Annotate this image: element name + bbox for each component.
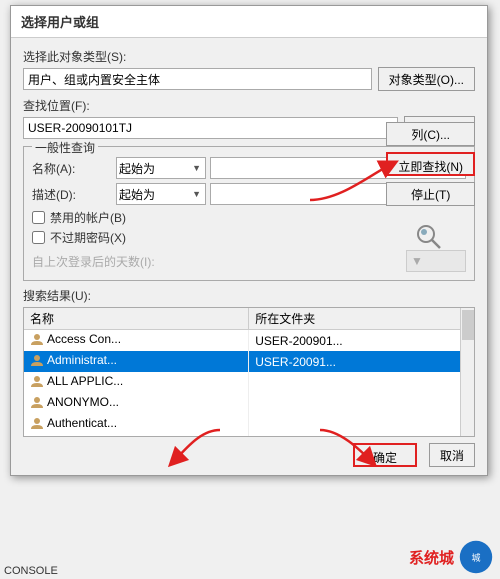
stop-button[interactable]: 停止(T) bbox=[386, 182, 475, 206]
desc-combo-text: 起始为 bbox=[119, 186, 190, 203]
table-cell-name: Access Con... bbox=[24, 330, 249, 352]
table-cell-name: Administrat... bbox=[24, 351, 249, 372]
col-button[interactable]: 列(C)... bbox=[386, 122, 475, 146]
table-row[interactable]: ALL APPLIC... bbox=[24, 372, 474, 393]
user-icon bbox=[30, 374, 44, 388]
checkbox-disabled[interactable] bbox=[32, 211, 45, 224]
name-combo-arrow: ▼ bbox=[190, 163, 203, 173]
dialog-titlebar: 选择用户或组 bbox=[11, 6, 487, 38]
cancel-button[interactable]: 取消 bbox=[429, 443, 475, 467]
table-row[interactable]: Authenticat... bbox=[24, 414, 474, 435]
table-row[interactable]: ANONYMO... bbox=[24, 393, 474, 414]
section-title: 一般性查询 bbox=[32, 139, 98, 156]
desc-combo[interactable]: 起始为 ▼ bbox=[116, 183, 206, 205]
table-cell-folder: USER-200901... bbox=[249, 330, 474, 352]
scrollbar[interactable] bbox=[460, 308, 474, 436]
days-label: 自上次登录后的天数(I): bbox=[32, 253, 406, 270]
table-row[interactable]: Access Con...USER-200901... bbox=[24, 330, 474, 352]
table-cell-folder: USER-200901... bbox=[249, 435, 474, 437]
search-now-button[interactable]: 立即查找(N) bbox=[386, 152, 475, 176]
results-section: 搜索结果(U): 名称 所在文件夹 Access Con...USER-2009… bbox=[23, 287, 475, 437]
user-icon bbox=[30, 416, 44, 430]
location-input[interactable] bbox=[23, 117, 398, 139]
checkbox-disabled-label: 禁用的帐户(B) bbox=[50, 209, 126, 226]
search-icon bbox=[412, 220, 444, 252]
scrollbar-thumb[interactable] bbox=[462, 310, 474, 340]
table-cell-name: Authenticat... bbox=[24, 414, 249, 435]
table-cell-folder bbox=[249, 393, 474, 414]
table-row[interactable]: Backup Op...USER-200901... bbox=[24, 435, 474, 437]
results-label: 搜索结果(U): bbox=[23, 287, 475, 304]
name-combo[interactable]: 起始为 ▼ bbox=[116, 157, 206, 179]
watermark-logo: 城 bbox=[458, 539, 494, 575]
results-table[interactable]: 名称 所在文件夹 Access Con...USER-200901... Adm… bbox=[23, 307, 475, 437]
object-type-row: 选择此对象类型(S): 对象类型(O)... bbox=[23, 48, 475, 91]
user-icon bbox=[30, 395, 44, 409]
table-cell-folder bbox=[249, 414, 474, 435]
table-row[interactable]: Administrat...USER-20091... bbox=[24, 351, 474, 372]
days-combo-arrow: ▼ bbox=[411, 254, 423, 268]
days-combo[interactable]: ▼ bbox=[406, 250, 466, 272]
days-row: 自上次登录后的天数(I): ▼ bbox=[32, 250, 466, 272]
name-combo-text: 起始为 bbox=[119, 160, 190, 177]
dialog-body: 选择此对象类型(S): 对象类型(O)... 查找位置(F): 位置(L)...… bbox=[11, 38, 487, 475]
checkbox-noexpiry[interactable] bbox=[32, 231, 45, 244]
table-header-row: 名称 所在文件夹 bbox=[24, 308, 474, 330]
name-label: 名称(A): bbox=[32, 160, 112, 177]
results-tbody: Access Con...USER-200901... Administrat.… bbox=[24, 330, 474, 438]
watermark-text: 系统城 bbox=[409, 547, 454, 568]
object-type-label: 选择此对象类型(S): bbox=[23, 48, 475, 65]
console-bar: CONSOLE bbox=[0, 563, 62, 579]
watermark: 系统城 城 bbox=[409, 539, 494, 575]
svg-text:城: 城 bbox=[471, 553, 480, 563]
table-cell-name: ANONYMO... bbox=[24, 393, 249, 414]
user-icon bbox=[30, 353, 44, 367]
desc-combo-arrow: ▼ bbox=[190, 189, 203, 199]
table-cell-folder: USER-20091... bbox=[249, 351, 474, 372]
user-icon bbox=[30, 332, 44, 346]
col-name-header: 名称 bbox=[24, 308, 249, 330]
col-folder-header: 所在文件夹 bbox=[249, 308, 474, 330]
main-dialog: 选择用户或组 选择此对象类型(S): 对象类型(O)... 查找位置(F): 位… bbox=[10, 5, 488, 476]
table-cell-name: ALL APPLIC... bbox=[24, 372, 249, 393]
bottom-buttons: 确定 取消 bbox=[23, 443, 475, 467]
object-type-button[interactable]: 对象类型(O)... bbox=[378, 67, 475, 91]
table-cell-folder bbox=[249, 372, 474, 393]
object-type-input[interactable] bbox=[23, 68, 372, 90]
results-data-table: 名称 所在文件夹 Access Con...USER-200901... Adm… bbox=[24, 308, 474, 437]
desc-label: 描述(D): bbox=[32, 186, 112, 203]
dialog-title: 选择用户或组 bbox=[21, 12, 99, 31]
checkbox-noexpiry-label: 不过期密码(X) bbox=[50, 229, 126, 246]
location-label: 查找位置(F): bbox=[23, 97, 475, 114]
ok-button[interactable]: 确定 bbox=[353, 443, 417, 467]
table-cell-name: Backup Op... bbox=[24, 435, 249, 437]
